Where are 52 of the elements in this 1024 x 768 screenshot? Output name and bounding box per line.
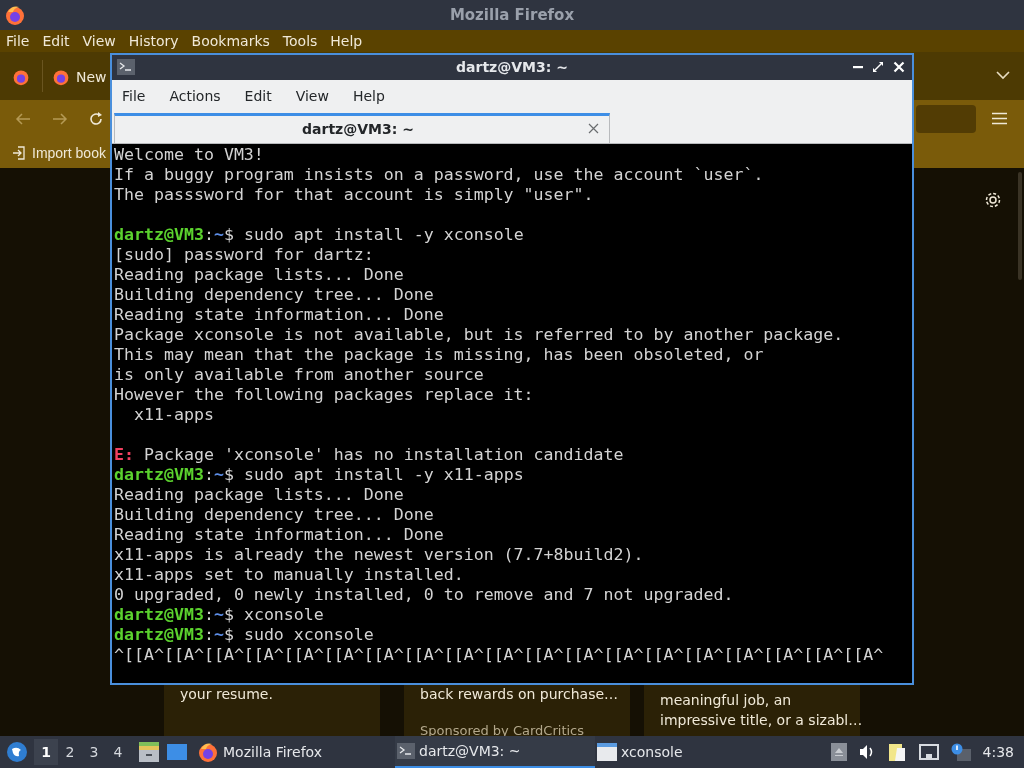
menu-item[interactable]: History — [128, 30, 179, 52]
terminal-icon — [397, 743, 415, 759]
taskbar-button[interactable]: Mozilla Firefox — [195, 736, 395, 768]
workspace-button[interactable]: 1 — [34, 739, 58, 765]
card-text: meaningful job, an — [660, 691, 792, 710]
taskbar-button[interactable]: dartz@VM3: ~ — [395, 736, 595, 768]
window-icon — [597, 743, 617, 761]
firefox-logo-icon — [197, 741, 219, 763]
settings-icon[interactable] — [984, 191, 1002, 209]
browser-tab[interactable]: New — [52, 62, 107, 92]
menu-item[interactable]: File — [122, 85, 146, 107]
bookmark-item[interactable]: Import book — [32, 142, 106, 164]
card-text: impressive title, or a sizabl… — [660, 711, 863, 730]
window-title: dartz@VM3: ~ — [456, 58, 568, 77]
menu-item[interactable]: Help — [330, 30, 363, 52]
desktop-icon[interactable] — [167, 743, 187, 761]
start-menu-icon[interactable] — [6, 741, 28, 763]
terminal-tab[interactable]: dartz@VM3: ~ — [114, 113, 610, 143]
firefox-logo-icon[interactable] — [12, 68, 30, 86]
network-icon[interactable] — [918, 744, 939, 760]
terminal-output: Welcome to VM3! If a buggy program insists on a password, use the account `user`. The passsword for that account is simply "user". dartz@VM3:~$ sudo apt install -y xconsole [sudo] password for dartz: Reading package lists... Done Building dependency tree... Done Reading state information... Done Package xconsole is not available, but is referred to by another package. This may mean that the package is missing, has been obsoleted, or is only available from another source However the following packages replace it: x11-apps E: Package 'xconsole' has no installation candidate dartz@VM3:~$ sudo apt install -y x11-apps Reading package lists... Done Building dependency tree... Done Reading state information... Done x11-apps is already the newest version (7.7+8build2). x11-apps set to manually installed. 0 upgraded, 0 newly installed, 0 to remove and 7 not upgraded. dartz@VM3:~$ xconsole dartz@VM3:~$ sudo xconsole ^[[A^[[A^[[A^[[A^[[A^[[A^[[A^[[A^[[A^[[A^[[A^[[A^[[A^[[A^[[A^[[A^[[A^[[A^[[A^ — [112, 144, 912, 683]
menu-item[interactable]: Tools — [282, 30, 318, 52]
menu-item[interactable]: Edit — [244, 85, 272, 107]
firefox-logo-icon — [52, 68, 70, 86]
workspace-button[interactable]: 2 — [58, 739, 82, 765]
card-text: your resume. — [180, 685, 273, 704]
menu-icon[interactable] — [992, 112, 1007, 125]
menu-item[interactable]: View — [82, 30, 116, 52]
menu-item[interactable]: Actions — [169, 85, 221, 107]
taskbar-button[interactable]: xconsole — [595, 736, 795, 768]
maximize-icon[interactable] — [872, 61, 884, 73]
clock[interactable]: 4:38 — [982, 741, 1014, 763]
window-title: Mozilla Firefox — [449, 4, 575, 26]
menu-item[interactable]: Bookmarks — [191, 30, 270, 52]
workspace-button[interactable]: 4 — [106, 739, 130, 765]
notification-icon[interactable] — [950, 743, 971, 761]
clipboard-icon[interactable] — [886, 742, 907, 762]
scrollbar[interactable] — [1018, 172, 1022, 280]
menu-item[interactable]: View — [295, 85, 329, 107]
volume-icon[interactable] — [858, 744, 875, 760]
workspace-button[interactable]: 3 — [82, 739, 106, 765]
eject-icon[interactable] — [830, 743, 847, 761]
file-manager-icon[interactable] — [138, 742, 160, 762]
card-text: back rewards on purchase… — [420, 685, 619, 704]
chevron-down-icon[interactable] — [996, 70, 1010, 80]
menu-item[interactable]: File — [6, 30, 30, 52]
terminal-icon — [117, 59, 135, 75]
menu-item[interactable]: Help — [352, 85, 385, 107]
import-icon — [12, 146, 26, 160]
menu-item[interactable]: Edit — [42, 30, 70, 52]
reload-icon[interactable] — [88, 111, 104, 127]
firefox-logo-icon — [4, 4, 26, 26]
